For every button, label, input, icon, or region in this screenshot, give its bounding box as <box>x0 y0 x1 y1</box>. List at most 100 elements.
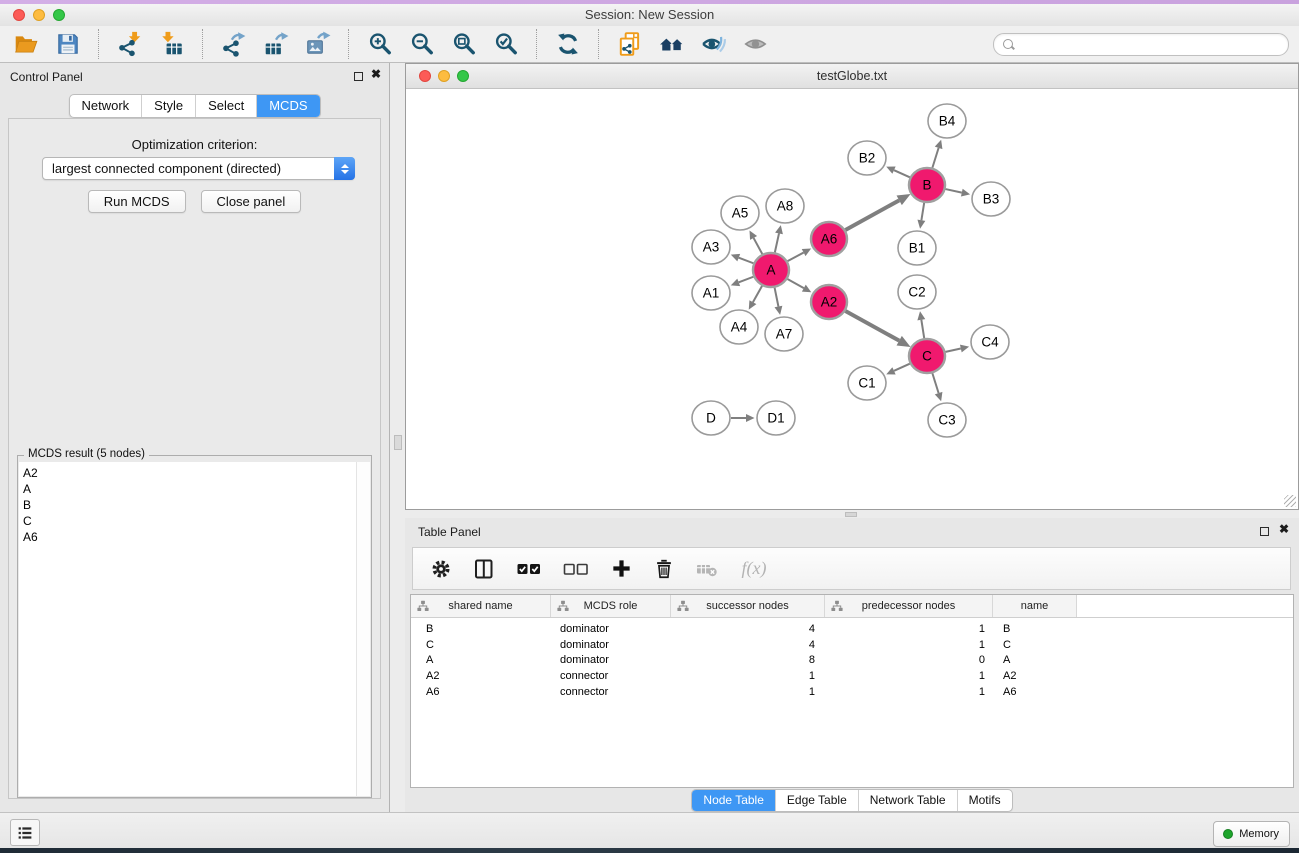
tab-network[interactable]: Network <box>69 95 142 117</box>
unselect-all-icon[interactable] <box>561 556 591 582</box>
graph-node-B2[interactable]: B2 <box>848 141 886 175</box>
graph-edge-A-A2[interactable] <box>787 279 803 288</box>
graph-edge-A6-B[interactable] <box>845 200 899 230</box>
graph-edge-A-A3[interactable] <box>739 258 754 264</box>
graph-edge-A-A5[interactable] <box>754 238 763 254</box>
graph-edge-C-C4[interactable] <box>945 348 960 351</box>
graph-node-A6[interactable]: A6 <box>811 222 847 256</box>
graph-node-C2[interactable]: C2 <box>898 275 936 309</box>
graph-edge-A-A4[interactable] <box>753 286 762 302</box>
graph-node-A5[interactable]: A5 <box>721 196 759 230</box>
mcds-result-item[interactable]: B <box>19 497 370 513</box>
tab-select[interactable]: Select <box>196 95 257 117</box>
graph-node-A2[interactable]: A2 <box>811 285 847 319</box>
float-panel-icon[interactable] <box>354 72 363 81</box>
graph-edge-A-A6[interactable] <box>788 253 804 262</box>
graph-edge-A-A7[interactable] <box>775 288 779 307</box>
mcds-result-item[interactable]: A <box>19 481 370 497</box>
column-header-MCDS-role[interactable]: MCDS role <box>551 595 671 617</box>
reset-view-button[interactable] <box>657 29 687 59</box>
mcds-result-item[interactable]: A6 <box>19 529 370 545</box>
graph-node-C[interactable]: C <box>909 339 945 373</box>
network-canvas[interactable]: B4 B2 B B3 A5A8A6 A3 B1 A A1 C2 A2 A4A7 C4 C C1 C3 D D1 <box>406 89 1298 509</box>
tab-edge-table[interactable]: Edge Table <box>776 790 859 811</box>
graph-edge-C-C2[interactable] <box>921 320 924 338</box>
graph-edge-B-B4[interactable] <box>932 148 938 168</box>
function-builder-icon[interactable]: f(x) <box>737 556 771 582</box>
window-resize-grip[interactable] <box>1284 495 1296 507</box>
export-network-button[interactable] <box>219 29 249 59</box>
show-hide-annotations-button[interactable] <box>741 29 771 59</box>
tab-mcds[interactable]: MCDS <box>257 95 319 117</box>
table-options-gear-icon[interactable] <box>428 556 454 582</box>
graph-node-C4[interactable]: C4 <box>971 325 1009 359</box>
add-column-plus-icon[interactable] <box>608 556 634 582</box>
run-mcds-button[interactable]: Run MCDS <box>88 190 186 213</box>
mcds-result-item[interactable]: C <box>19 513 370 529</box>
graph-node-B1[interactable]: B1 <box>898 231 936 265</box>
graph-node-C3[interactable]: C3 <box>928 403 966 437</box>
tab-motifs[interactable]: Motifs <box>958 790 1012 811</box>
save-session-button[interactable] <box>53 29 83 59</box>
graph-edge-C-C3[interactable] <box>932 373 938 393</box>
graph-node-A3[interactable]: A3 <box>692 230 730 264</box>
export-table-button[interactable] <box>261 29 291 59</box>
graph-edge-C-C1[interactable] <box>894 364 910 371</box>
open-session-button[interactable] <box>11 29 41 59</box>
memory-button[interactable]: Memory <box>1213 821 1290 847</box>
tab-network-table[interactable]: Network Table <box>859 790 958 811</box>
graph-edge-B-B3[interactable] <box>946 189 962 193</box>
graph-edge-B-B1[interactable] <box>921 203 924 221</box>
graph-node-C1[interactable]: C1 <box>848 366 886 400</box>
table-row[interactable]: A2connector11A2 <box>411 668 1293 684</box>
table-row[interactable]: Adominator80A <box>411 653 1293 669</box>
column-header-successor-nodes[interactable]: successor nodes <box>671 595 825 617</box>
graph-node-A7[interactable]: A7 <box>765 317 803 351</box>
panels-list-button[interactable] <box>10 819 40 846</box>
tab-style[interactable]: Style <box>142 95 196 117</box>
graph-node-A4[interactable]: A4 <box>720 310 758 344</box>
vertical-splitter-grip[interactable] <box>394 435 402 450</box>
delete-table-icon[interactable] <box>694 556 720 582</box>
graph-node-B[interactable]: B <box>909 168 945 202</box>
graph-node-B4[interactable]: B4 <box>928 104 966 138</box>
close-table-panel-icon[interactable]: ✖ <box>1279 522 1289 536</box>
graph-node-A[interactable]: A <box>753 253 789 287</box>
delete-columns-trash-icon[interactable] <box>651 556 677 582</box>
graph-node-D1[interactable]: D1 <box>757 401 795 435</box>
select-all-icon[interactable] <box>514 556 544 582</box>
graph-node-B3[interactable]: B3 <box>972 182 1010 216</box>
graph-node-A8[interactable]: A8 <box>766 189 804 223</box>
zoom-selected-button[interactable] <box>491 29 521 59</box>
table-row[interactable]: Cdominator41C <box>411 637 1293 653</box>
import-table-button[interactable] <box>157 29 187 59</box>
graph-edge-A-A8[interactable] <box>775 233 779 252</box>
table-row[interactable]: A6connector11A6 <box>411 684 1293 700</box>
graph-node-D[interactable]: D <box>692 401 730 435</box>
graph-node-A1[interactable]: A1 <box>692 276 730 310</box>
close-panel-icon[interactable]: ✖ <box>371 67 381 81</box>
mcds-result-item[interactable]: A2 <box>19 462 370 481</box>
show-columns-icon[interactable] <box>471 556 497 582</box>
tab-node-table[interactable]: Node Table <box>692 790 776 811</box>
table-row[interactable]: Bdominator41B <box>411 621 1293 637</box>
export-image-button[interactable] <box>303 29 333 59</box>
horizontal-splitter-grip[interactable] <box>845 512 857 517</box>
column-header-name[interactable]: name <box>993 595 1077 617</box>
zoom-out-button[interactable] <box>407 29 437 59</box>
zoom-in-button[interactable] <box>365 29 395 59</box>
column-header-shared-name[interactable]: shared name <box>411 595 551 617</box>
graph-edge-A2-C[interactable] <box>845 311 899 341</box>
apply-layout-button[interactable] <box>553 29 583 59</box>
zoom-fit-button[interactable] <box>449 29 479 59</box>
column-header-predecessor-nodes[interactable]: predecessor nodes <box>825 595 993 617</box>
search-input[interactable] <box>1020 35 1280 54</box>
graph-edge-B-B2[interactable] <box>894 170 910 177</box>
criterion-dropdown[interactable]: largest connected component (directed) <box>42 157 355 180</box>
close-panel-button[interactable]: Close panel <box>201 190 302 213</box>
show-graphics-details-button[interactable] <box>699 29 729 59</box>
float-table-panel-icon[interactable] <box>1260 527 1269 536</box>
graph-edge-A-A1[interactable] <box>739 277 754 283</box>
import-network-button[interactable] <box>115 29 145 59</box>
clone-network-button[interactable] <box>615 29 645 59</box>
